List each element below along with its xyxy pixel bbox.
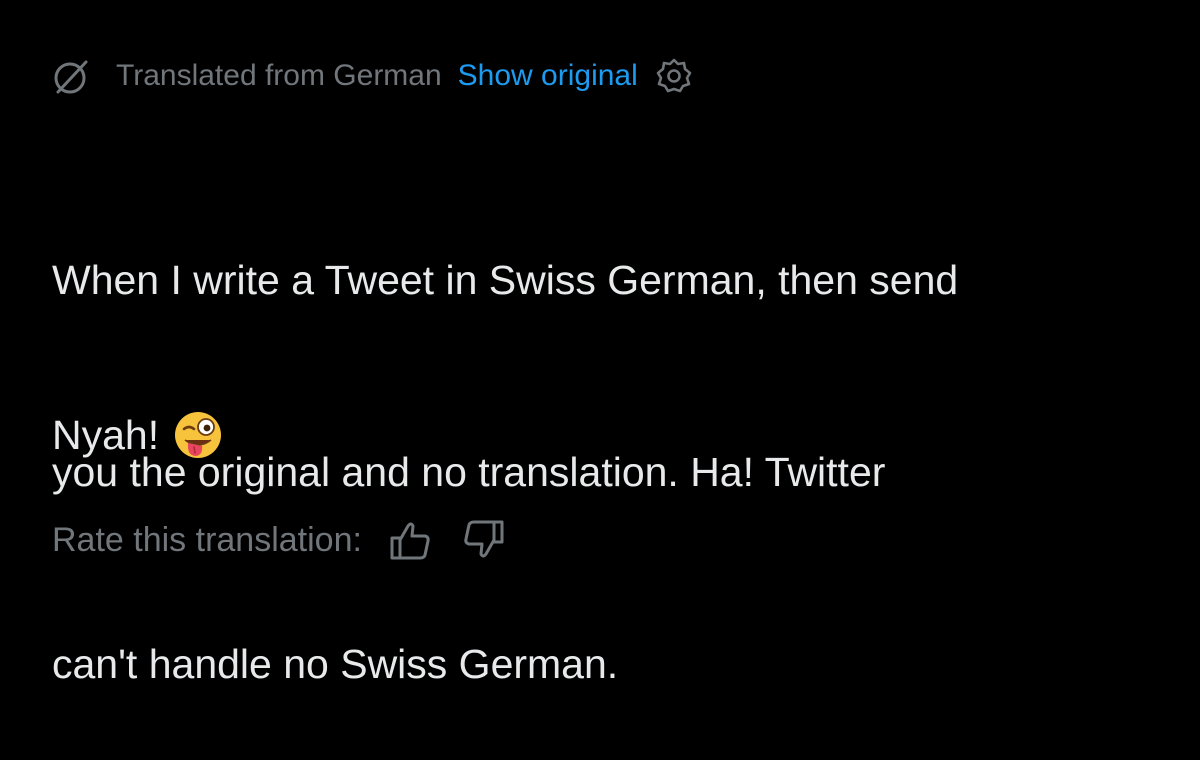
thumbs-down-icon[interactable] <box>462 518 506 562</box>
gear-icon[interactable] <box>654 56 694 96</box>
tweet-line: When I write a Tweet in Swiss German, th… <box>52 257 959 303</box>
translation-header: Translated from German Show original <box>52 54 694 98</box>
tweet-line: can't handle no Swiss German. <box>52 641 619 687</box>
thumbs-up-icon[interactable] <box>388 518 432 562</box>
tweet-closing-text: Nyah! <box>52 412 160 458</box>
translated-from-label: Translated from German <box>116 59 442 92</box>
rate-translation-row: Rate this translation: <box>52 518 506 562</box>
winking-face-with-tongue-emoji <box>173 410 223 460</box>
show-original-link[interactable]: Show original <box>458 59 638 93</box>
translate-icon <box>52 56 92 96</box>
tweet-closing: Nyah! <box>52 403 223 467</box>
rate-translation-label: Rate this translation: <box>52 520 362 559</box>
